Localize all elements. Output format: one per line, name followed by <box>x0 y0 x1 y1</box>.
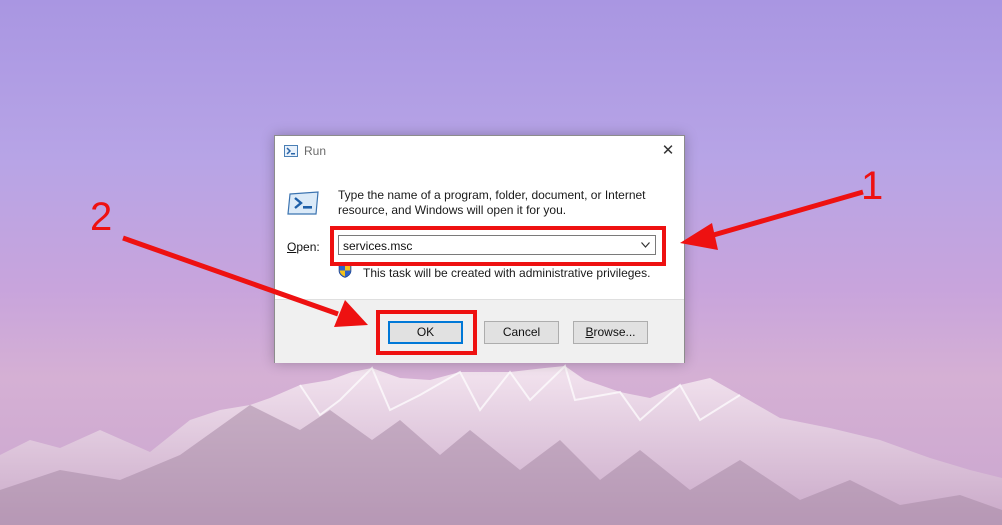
arrow-1-head <box>680 223 718 250</box>
step-number-1: 1 <box>861 164 884 208</box>
arrow-1-shaft <box>709 189 864 239</box>
step-number-2: 2 <box>90 195 113 239</box>
arrow-2-head <box>334 300 368 327</box>
arrow-2-shaft <box>122 235 339 317</box>
annotation-arrows <box>122 189 864 327</box>
